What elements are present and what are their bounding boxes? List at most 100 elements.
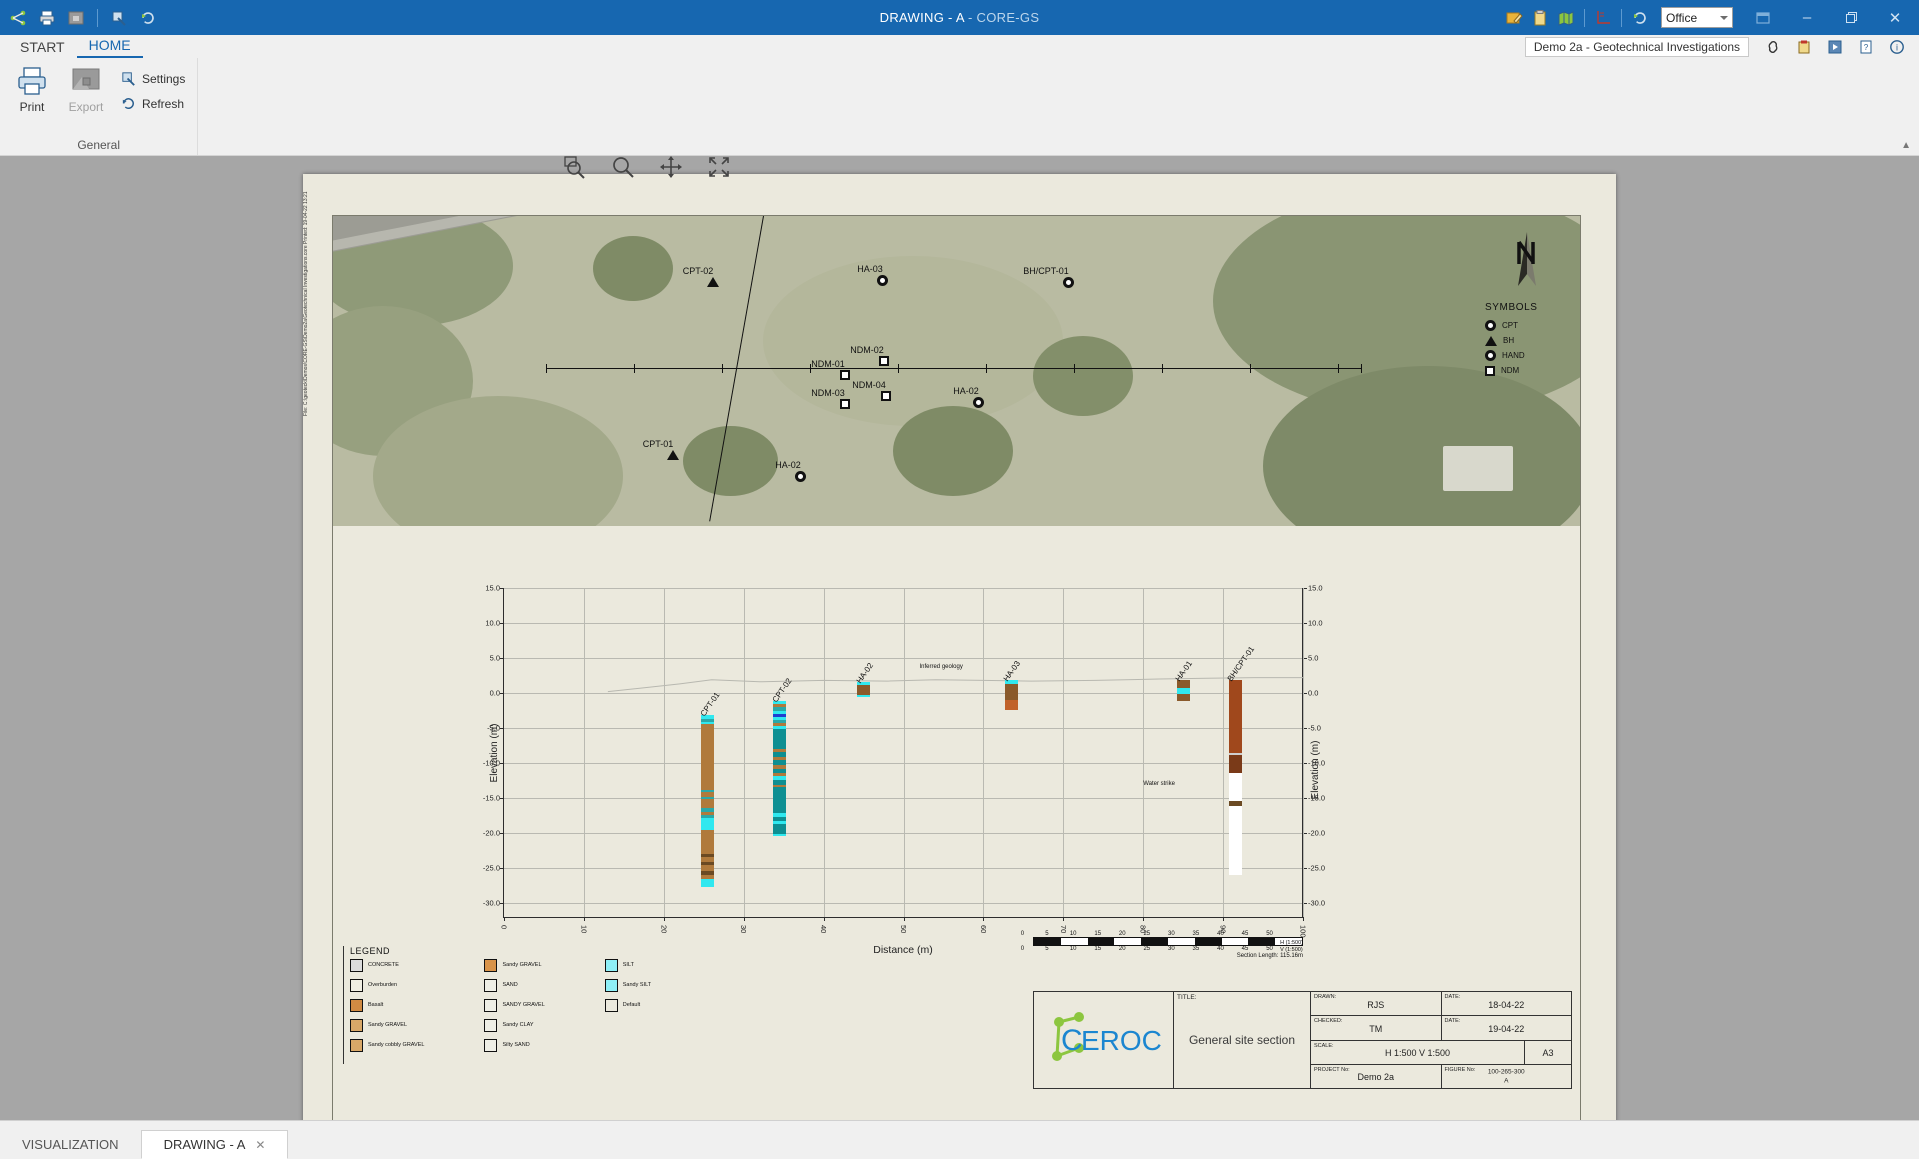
pan-icon[interactable] bbox=[656, 156, 686, 182]
fit-extents-icon[interactable] bbox=[704, 156, 734, 182]
axis-icon[interactable] bbox=[1592, 7, 1614, 29]
scale-ratio-note: H (1:500) V (1:500) bbox=[1280, 940, 1303, 954]
project-tree-icon[interactable] bbox=[7, 7, 29, 29]
maximize-button[interactable] bbox=[1831, 2, 1871, 34]
map-point-ha-02-upper[interactable]: HA-02 bbox=[953, 386, 992, 408]
settings-button[interactable]: Settings bbox=[114, 67, 191, 90]
zoom-icon[interactable] bbox=[608, 156, 638, 182]
legend-swatch bbox=[604, 979, 618, 992]
video-icon[interactable] bbox=[1821, 36, 1849, 58]
sync-icon[interactable] bbox=[1629, 7, 1651, 29]
title-bar: DRAWING - A - CORE-GS Office – ✕ bbox=[0, 0, 1919, 35]
y-tick-label-right: 0.0 bbox=[1308, 688, 1319, 698]
document-action-icons: ? i bbox=[1759, 36, 1911, 58]
map-point-label: NDM-04 bbox=[852, 380, 886, 390]
map-point-label: HA-02 bbox=[775, 460, 801, 470]
borehole-column[interactable] bbox=[773, 701, 787, 837]
office-select[interactable]: Office bbox=[1661, 7, 1733, 28]
ribbon-collapse-button[interactable]: ▲ bbox=[1901, 140, 1911, 151]
section-line bbox=[546, 364, 1362, 373]
y-axis-label: Elevation (m) bbox=[488, 723, 500, 783]
print-icon[interactable] bbox=[36, 7, 58, 29]
tab-start[interactable]: START bbox=[8, 37, 77, 58]
y-tick-label-right: 15.0 bbox=[1308, 583, 1323, 593]
map-point-cpt-01[interactable]: CPT-01 bbox=[643, 439, 689, 460]
map-point-ndm-02[interactable]: NDM-02 bbox=[850, 345, 901, 366]
y-tick-mark bbox=[500, 798, 504, 799]
map-point-ha-02-lower[interactable]: HA-02 bbox=[775, 460, 814, 482]
y-tick-mark bbox=[500, 868, 504, 869]
map-point-ndm-03[interactable]: NDM-03 bbox=[811, 388, 862, 409]
map-point-ndm-01[interactable]: NDM-01 bbox=[811, 359, 862, 380]
tab-drawing-a[interactable]: DRAWING - A ✕ bbox=[140, 1130, 289, 1159]
borehole-column[interactable] bbox=[1176, 679, 1190, 701]
legend-swatch bbox=[484, 1019, 498, 1032]
circle-icon bbox=[1485, 320, 1496, 331]
drawn-date-cell: DATE: 18-04-22 bbox=[1442, 992, 1572, 1015]
link-icon[interactable] bbox=[1759, 36, 1787, 58]
tree bbox=[683, 426, 778, 496]
map-point-ha-03[interactable]: HA-03 bbox=[857, 264, 896, 286]
ribbon-display-options-button[interactable] bbox=[1743, 2, 1783, 34]
clipboard-icon[interactable] bbox=[1529, 7, 1551, 29]
symbol-label: CPT bbox=[1502, 321, 1518, 330]
legend-item: Default bbox=[604, 999, 651, 1012]
legend-swatch bbox=[604, 959, 618, 972]
paste-icon[interactable] bbox=[1790, 36, 1818, 58]
scale-bar: 0 5 10 15 20 25 30 35 40 45 50 0 5 10 15 20 25 30 35 40 45 5… bbox=[1021, 931, 1303, 959]
map-point-ndm-04[interactable]: NDM-04 bbox=[852, 380, 903, 401]
zoom-window-icon[interactable] bbox=[560, 156, 590, 182]
export-icon[interactable] bbox=[65, 7, 87, 29]
drawing-work-area[interactable]: CPT-02 HA-03 BH/CPT-01 NDM-01 NDM-02 NDM… bbox=[0, 156, 1919, 1120]
map-icon[interactable] bbox=[1555, 7, 1577, 29]
legend-item: Sandy GRAVEL bbox=[350, 1019, 424, 1032]
borehole-layer bbox=[1228, 773, 1242, 801]
figure-cell: FIGURE No: 100-265-300 A bbox=[1442, 1065, 1572, 1088]
legend-swatch bbox=[350, 979, 363, 992]
triangle-icon bbox=[707, 277, 720, 287]
borehole-column[interactable] bbox=[1228, 679, 1242, 875]
x-tick-mark bbox=[1063, 917, 1065, 921]
gridline-vertical bbox=[903, 588, 905, 917]
edit-note-icon[interactable] bbox=[1503, 7, 1525, 29]
refresh-button[interactable]: Refresh bbox=[114, 92, 191, 115]
minimize-button[interactable]: – bbox=[1787, 2, 1827, 34]
borehole-column[interactable] bbox=[1004, 680, 1018, 710]
x-tick-mark bbox=[663, 917, 665, 921]
project-cell: PROJECT No: Demo 2a bbox=[1311, 1064, 1442, 1088]
refresh-icon[interactable] bbox=[137, 7, 159, 29]
y-tick-label: 5.0 bbox=[489, 653, 500, 663]
square-icon bbox=[878, 356, 889, 366]
map-point-cpt-02[interactable]: CPT-02 bbox=[683, 266, 729, 287]
borehole-layer bbox=[1228, 679, 1242, 754]
legend-item: Sandy SILT bbox=[604, 979, 651, 992]
borehole-layer bbox=[701, 821, 715, 831]
chart-plot-area[interactable]: 15.0 15.0 10.0 10.0 5.0 5.0 0.0 0.0 -5.0 -5.0 -10.… bbox=[483, 584, 1325, 938]
tab-home[interactable]: HOME bbox=[76, 35, 143, 58]
y-tick-label-right: 10.0 bbox=[1308, 618, 1323, 628]
scale-tick-label: 5 bbox=[1045, 931, 1049, 937]
scale-v: V (1:500) bbox=[1280, 946, 1303, 953]
borehole-column[interactable] bbox=[857, 681, 871, 698]
x-tick-label: 50 bbox=[899, 925, 908, 934]
aerial-photo-panel[interactable]: CPT-02 HA-03 BH/CPT-01 NDM-01 NDM-02 NDM… bbox=[333, 216, 1580, 526]
sheet-size-cell: A3 bbox=[1525, 1041, 1571, 1064]
y-tick-label-right: -25.0 bbox=[1308, 863, 1326, 873]
bottom-tab-bar: VISUALIZATION DRAWING - A ✕ bbox=[0, 1120, 1919, 1159]
drawing-sheet[interactable]: CPT-02 HA-03 BH/CPT-01 NDM-01 NDM-02 NDM… bbox=[303, 174, 1616, 1120]
scale-tick-label: 20 bbox=[1118, 931, 1126, 937]
borehole-column[interactable] bbox=[701, 715, 715, 887]
map-point-bh-cpt-01[interactable]: BH/CPT-01 bbox=[1023, 266, 1092, 288]
close-button[interactable]: ✕ bbox=[1875, 2, 1915, 34]
settings-icon[interactable] bbox=[108, 7, 130, 29]
title-block-row-project: PROJECT No: Demo 2a FIGURE No: 100-265-3… bbox=[1311, 1064, 1572, 1088]
section-chart[interactable]: 15.0 15.0 10.0 10.0 5.0 5.0 0.0 0.0 -5.0 -5.0 -10.… bbox=[483, 584, 1325, 957]
close-icon[interactable]: ✕ bbox=[255, 1138, 265, 1152]
info-icon[interactable]: i bbox=[1883, 36, 1911, 58]
help-doc-icon[interactable]: ? bbox=[1852, 36, 1880, 58]
document-chip[interactable]: Demo 2a - Geotechnical Investigations bbox=[1524, 37, 1749, 57]
export-button[interactable]: Export bbox=[60, 61, 112, 118]
tab-visualization[interactable]: VISUALIZATION bbox=[0, 1130, 141, 1159]
ribbon-group-general: Print Export Settings Refresh General bbox=[0, 58, 199, 155]
print-button[interactable]: Print bbox=[6, 61, 58, 118]
